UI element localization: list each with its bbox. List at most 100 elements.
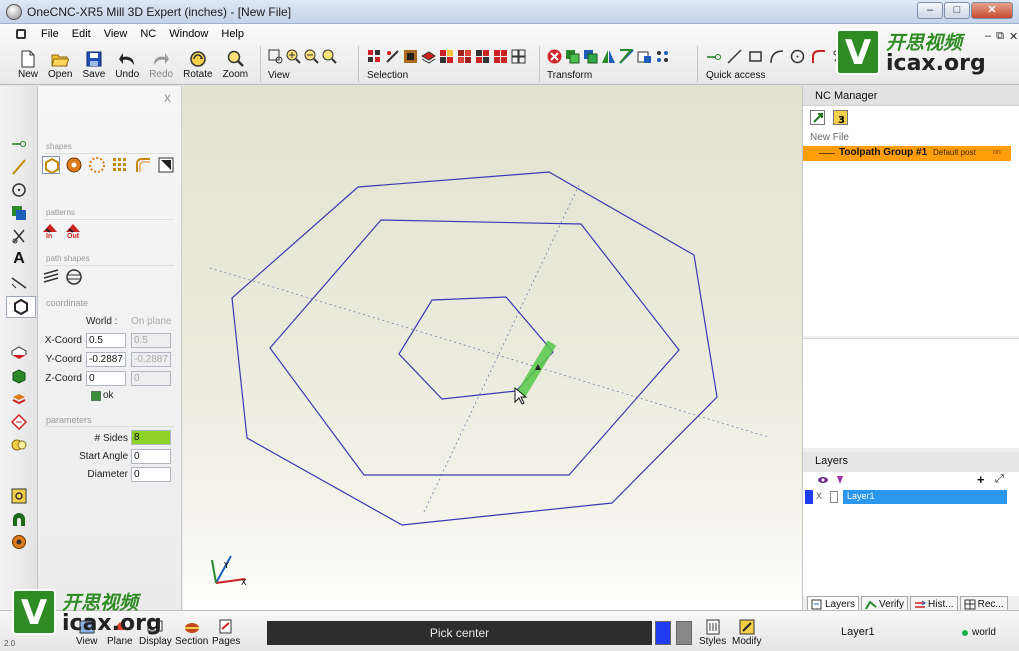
coordinate-mode-status[interactable]: world: [962, 627, 996, 638]
pattern-in-button[interactable]: In: [42, 223, 60, 243]
status-modify-button[interactable]: Modify: [732, 618, 761, 647]
z-coord-world-field[interactable]: 0: [86, 371, 126, 386]
point-icon[interactable]: [706, 49, 721, 64]
array-icon[interactable]: [655, 49, 670, 64]
palette-gear-icon[interactable]: [9, 532, 29, 552]
select-layer-icon[interactable]: [421, 49, 436, 64]
gear-shape-icon[interactable]: [65, 156, 83, 174]
nc-new-group-icon[interactable]: [810, 110, 825, 125]
select-chain-icon[interactable]: [385, 49, 400, 64]
status-display-button[interactable]: Display: [139, 618, 172, 647]
palette-point-icon[interactable]: [9, 134, 29, 154]
copy-icon[interactable]: [583, 49, 598, 64]
trim-icon[interactable]: [832, 49, 847, 64]
new-button[interactable]: New: [18, 49, 38, 80]
status-plane-button[interactable]: Plane: [107, 618, 133, 647]
palette-blend-icon[interactable]: [9, 435, 29, 455]
toolpath-group-row[interactable]: Toolpath Group #1 Default post on: [803, 146, 1011, 161]
fillet-icon[interactable]: [811, 49, 826, 64]
menu-edit[interactable]: Edit: [72, 28, 91, 40]
menu-nc[interactable]: NC: [140, 28, 156, 40]
undo-button[interactable]: Undo: [115, 49, 139, 80]
panel-close-button[interactable]: x: [164, 89, 171, 105]
arc-icon[interactable]: [769, 49, 784, 64]
secondary-color-swatch[interactable]: [676, 621, 692, 645]
select-mask-icon[interactable]: [439, 49, 454, 64]
menu-window[interactable]: Window: [169, 28, 208, 40]
start-angle-field[interactable]: 0: [131, 449, 171, 464]
zoom-in-icon[interactable]: [286, 49, 301, 64]
palette-revolve-icon[interactable]: [9, 412, 29, 432]
palette-text-icon[interactable]: A: [9, 249, 29, 269]
status-view-button[interactable]: View: [76, 618, 98, 647]
palette-trim-icon[interactable]: [9, 226, 29, 246]
line-icon[interactable]: [727, 49, 742, 64]
status-section-button[interactable]: Section: [175, 618, 208, 647]
rectangle-icon[interactable]: [748, 49, 763, 64]
palette-surface-icon[interactable]: [9, 343, 29, 363]
palette-arch-icon[interactable]: [9, 509, 29, 529]
mdi-minimize-button[interactable]: –: [985, 30, 991, 43]
zoom-fit-icon[interactable]: [322, 49, 337, 64]
rotate-button[interactable]: Rotate: [183, 49, 213, 80]
rotate-transform-icon[interactable]: [619, 49, 634, 64]
close-button[interactable]: ✕: [971, 2, 1013, 19]
select-color-icon[interactable]: [457, 49, 472, 64]
select-filter-icon[interactable]: [475, 49, 490, 64]
app-logo-icon[interactable]: [6, 4, 22, 20]
status-pages-button[interactable]: Pages: [212, 618, 240, 647]
layer-lock-toggle[interactable]: [830, 491, 838, 503]
toolpath-group-state[interactable]: on: [993, 149, 1001, 156]
layer-visible-toggle[interactable]: X: [816, 491, 822, 501]
layer-name[interactable]: Layer1: [843, 490, 1007, 504]
status-styles-button[interactable]: Styles: [699, 618, 726, 647]
polygon-shape-icon[interactable]: [42, 156, 60, 174]
menu-view[interactable]: View: [104, 28, 128, 40]
palette-cube-icon[interactable]: [9, 366, 29, 386]
primary-color-swatch[interactable]: [655, 621, 671, 645]
save-button[interactable]: Save: [82, 49, 105, 80]
minimize-button[interactable]: –: [917, 2, 943, 19]
y-coord-world-field[interactable]: -0.2887: [86, 352, 126, 367]
select-grid-icon[interactable]: [511, 49, 526, 64]
zoom-button[interactable]: Zoom: [223, 49, 248, 80]
maximize-button[interactable]: □: [944, 2, 970, 19]
diameter-field[interactable]: 0: [131, 467, 171, 482]
layer-visibility-header-icon[interactable]: [817, 475, 847, 487]
triangle-shape-icon[interactable]: [157, 156, 175, 174]
menu-file[interactable]: File: [41, 28, 59, 40]
add-layer-button[interactable]: +: [977, 472, 985, 487]
mdi-close-button[interactable]: ✕: [1009, 30, 1018, 43]
middle-polygon[interactable]: [269, 219, 680, 476]
nc-manager-tree[interactable]: 3 New File Toolpath Group #1 Default pos…: [803, 106, 1019, 336]
select-all-icon[interactable]: [367, 49, 382, 64]
palette-line-icon[interactable]: [9, 157, 29, 177]
expand-layers-button[interactable]: ⤢: [995, 473, 1004, 486]
palette-camera-icon[interactable]: [9, 486, 29, 506]
spiral-path-icon[interactable]: [42, 268, 60, 286]
grid-shape-icon[interactable]: [111, 156, 129, 174]
layer-row[interactable]: X Layer1: [803, 490, 1011, 504]
dotted-circle-shape-icon[interactable]: [88, 156, 106, 174]
graphics-viewport[interactable]: Y X: [183, 86, 802, 610]
select-clear-icon[interactable]: [493, 49, 508, 64]
delete-icon[interactable]: [547, 49, 562, 64]
layer-color-swatch[interactable]: [805, 490, 813, 504]
palette-extrude-icon[interactable]: [9, 389, 29, 409]
mirror-icon[interactable]: [601, 49, 616, 64]
slot-shape-icon[interactable]: [134, 156, 152, 174]
menu-help[interactable]: Help: [221, 28, 244, 40]
move-icon[interactable]: [565, 49, 580, 64]
open-button[interactable]: Open: [48, 49, 72, 80]
x-coord-world-field[interactable]: 0.5: [86, 333, 126, 348]
mdi-restore-button[interactable]: ⧉: [996, 30, 1004, 43]
palette-shapes-icon[interactable]: [6, 296, 36, 318]
viewport-canvas[interactable]: Y X: [183, 86, 802, 610]
select-window-icon[interactable]: [403, 49, 418, 64]
sides-field[interactable]: 8: [131, 430, 171, 445]
nc-operations-icon[interactable]: 3: [833, 110, 848, 125]
palette-solid-icon[interactable]: [9, 203, 29, 223]
document-menu-icon[interactable]: [16, 29, 26, 39]
ok-checkbox[interactable]: [91, 391, 101, 401]
scale-icon[interactable]: [637, 49, 652, 64]
